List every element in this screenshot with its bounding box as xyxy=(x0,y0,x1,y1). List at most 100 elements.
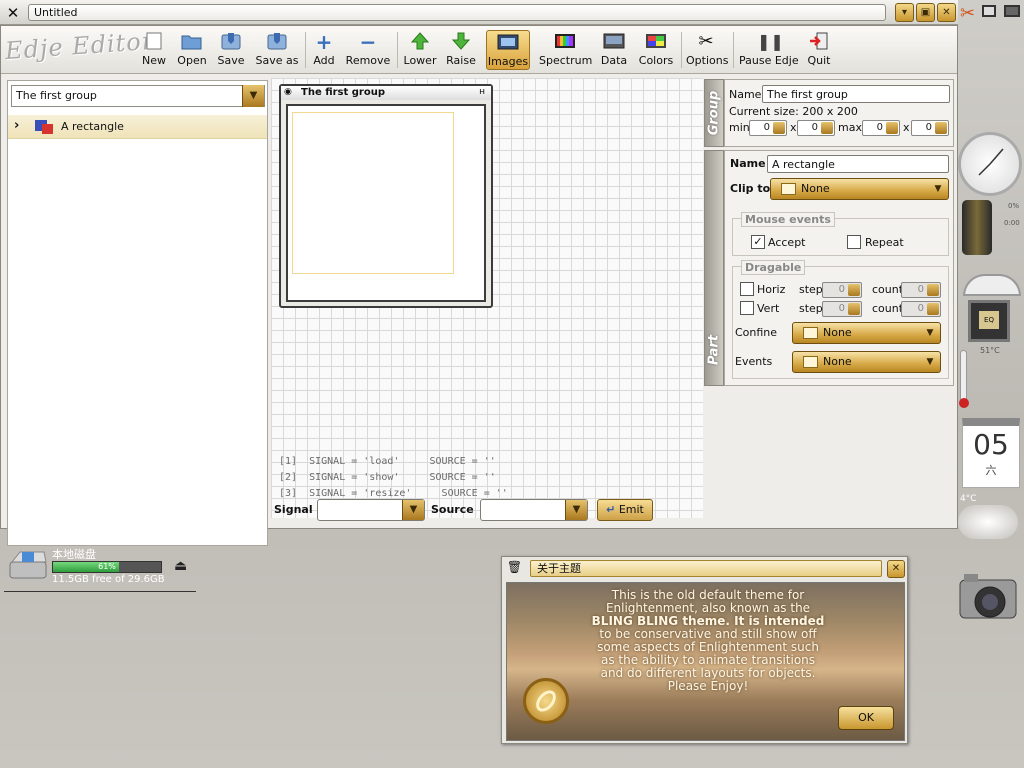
minimize-icon[interactable]: ▾ xyxy=(895,3,914,22)
quit-icon xyxy=(808,32,830,52)
group-properties: Name The first group Current size: 200 x… xyxy=(724,79,954,147)
ok-button[interactable]: OK xyxy=(838,706,894,730)
emit-arrow-icon: ↵ xyxy=(606,503,616,516)
cloud-weather-icon xyxy=(958,505,1018,539)
max-width-spinner[interactable]: 0 xyxy=(862,120,900,136)
group-name-input[interactable]: The first group xyxy=(762,85,950,103)
battery-time: 0:00 xyxy=(1004,219,1020,227)
part-list-item[interactable]: › A rectangle xyxy=(8,115,267,139)
open-button[interactable]: Open xyxy=(177,30,207,70)
events-select[interactable]: None ▼ xyxy=(792,351,941,373)
part-name-input[interactable]: A rectangle xyxy=(767,155,949,173)
clip-to-select[interactable]: None ▼ xyxy=(770,178,949,200)
spinner-arrows-icon[interactable] xyxy=(773,122,785,134)
pause-icon: ❚❚ xyxy=(757,32,784,51)
raise-button[interactable]: Raise xyxy=(445,30,477,70)
data-button[interactable]: Data xyxy=(599,30,629,70)
horiz-label: Horiz xyxy=(757,283,786,296)
chevron-down-icon: ▼ xyxy=(926,357,934,367)
eject-icon[interactable]: ⏏ xyxy=(174,558,187,574)
save-button[interactable]: Save xyxy=(216,30,246,70)
close-icon[interactable]: ✕ xyxy=(937,3,956,22)
toolbar-separator xyxy=(397,32,398,68)
part-properties: Name A rectangle Clip to None ▼ Mouse ev… xyxy=(724,150,954,386)
chevron-down-icon[interactable]: ▼ xyxy=(242,85,264,107)
quit-button[interactable]: Quit xyxy=(805,30,833,70)
confine-select[interactable]: None ▼ xyxy=(792,322,941,344)
source-combo[interactable]: ▼ xyxy=(480,499,588,521)
repeat-checkbox[interactable] xyxy=(847,235,861,249)
group-frame-title: The first group xyxy=(281,86,491,100)
x-separator: x xyxy=(903,121,910,134)
spinner-arrows-icon[interactable] xyxy=(821,122,833,134)
min-height-spinner[interactable]: 0 xyxy=(797,120,835,136)
pause-edje-button[interactable]: ❚❚ Pause Edje xyxy=(739,30,799,70)
disk-prev-free: 14.5GB free of 37.8GB xyxy=(52,526,165,537)
count-label: count xyxy=(872,302,904,315)
edje-editor-window: Edje Editor New Open Save Save as + Add … xyxy=(0,25,958,546)
chevron-down-icon: ▼ xyxy=(926,328,934,338)
resize-handle-icon[interactable]: ◉ xyxy=(284,87,292,97)
cpu-gauge-icon xyxy=(963,274,1021,296)
remove-button[interactable]: − Remove xyxy=(345,30,391,70)
group-select[interactable]: The first group ▼ xyxy=(11,85,265,107)
part-tab[interactable]: Part xyxy=(704,150,724,386)
spinner-arrows-icon[interactable] xyxy=(927,284,939,296)
save-as-button[interactable]: Save as xyxy=(255,30,299,70)
colors-button[interactable]: Colors xyxy=(638,30,674,70)
vert-checkbox[interactable] xyxy=(740,301,754,315)
add-button[interactable]: + Add xyxy=(311,30,337,70)
move-handle-icon[interactable]: н xyxy=(479,87,485,97)
max-label: max xyxy=(838,121,862,134)
spinner-arrows-icon[interactable] xyxy=(935,122,947,134)
calendar-weekday: 六 xyxy=(985,464,997,477)
vert-label: Vert xyxy=(757,302,780,315)
spinner-arrows-icon[interactable] xyxy=(886,122,898,134)
chevron-down-icon[interactable]: ▼ xyxy=(402,500,424,520)
trash-icon[interactable]: 🗑 xyxy=(506,560,523,577)
options-button[interactable]: ✂ Options xyxy=(686,30,728,70)
parts-panel: The first group ▼ › A rectangle xyxy=(7,80,268,546)
spectrum-button[interactable]: Spectrum xyxy=(539,30,592,70)
maximize-icon[interactable]: ▣ xyxy=(916,3,935,22)
toolbar: Edje Editor New Open Save Save as + Add … xyxy=(1,26,957,74)
min-width-spinner[interactable]: 0 xyxy=(749,120,787,136)
battery-percent: 0% xyxy=(1008,202,1020,210)
group-tab[interactable]: Group xyxy=(704,79,724,147)
color-swatch-icon xyxy=(803,356,818,368)
enlightenment-icon[interactable]: ✂ xyxy=(960,3,975,24)
clock-gadget[interactable] xyxy=(958,132,1022,196)
emit-button[interactable]: ↵ Emit xyxy=(597,499,653,521)
part-label: A rectangle xyxy=(61,120,124,133)
camera-icon[interactable] xyxy=(956,566,1020,630)
lower-button[interactable]: Lower xyxy=(403,30,437,70)
horiz-checkbox[interactable] xyxy=(740,282,754,296)
signal-combo[interactable]: ▼ xyxy=(317,499,425,521)
horiz-count-spinner[interactable]: 0 xyxy=(901,282,941,298)
design-canvas[interactable]: The first group ◉ н [1] SIGNAL = 'load' … xyxy=(271,78,703,518)
max-height-spinner[interactable]: 0 xyxy=(911,120,949,136)
screen-icon[interactable] xyxy=(1004,5,1020,17)
colors-icon xyxy=(645,32,667,52)
spinner-arrows-icon[interactable] xyxy=(848,284,860,296)
minus-icon: − xyxy=(359,30,377,54)
disk-usage-bar: 61% xyxy=(52,561,162,573)
expand-arrow-icon[interactable]: › xyxy=(14,118,19,133)
vert-step-spinner[interactable]: 0 xyxy=(822,301,862,317)
rectangle-part[interactable] xyxy=(292,112,454,274)
new-button[interactable]: New xyxy=(141,30,167,70)
calendar-gadget[interactable]: 05 六 xyxy=(962,418,1020,488)
vert-count-spinner[interactable]: 0 xyxy=(901,301,941,317)
images-button[interactable]: Images xyxy=(486,30,530,70)
disk-gadget[interactable]: 本地磁盘 61% 11.5GB free of 29.6GB ⏏ xyxy=(4,540,196,592)
app-menu-icon[interactable]: ✕ xyxy=(3,3,23,23)
spinner-arrows-icon[interactable] xyxy=(927,303,939,315)
horiz-step-spinner[interactable]: 0 xyxy=(822,282,862,298)
accept-checkbox[interactable]: ✓ xyxy=(751,235,765,249)
dialog-close-icon[interactable]: ✕ xyxy=(887,560,905,578)
weather-temp: 4°C xyxy=(960,494,977,504)
chevron-down-icon[interactable]: ▼ xyxy=(565,500,587,520)
spinner-arrows-icon[interactable] xyxy=(848,303,860,315)
window-titlebar[interactable]: ✕ Untitled ▾ ▣ ✕ xyxy=(0,0,958,25)
monitor-icon[interactable] xyxy=(982,5,996,17)
